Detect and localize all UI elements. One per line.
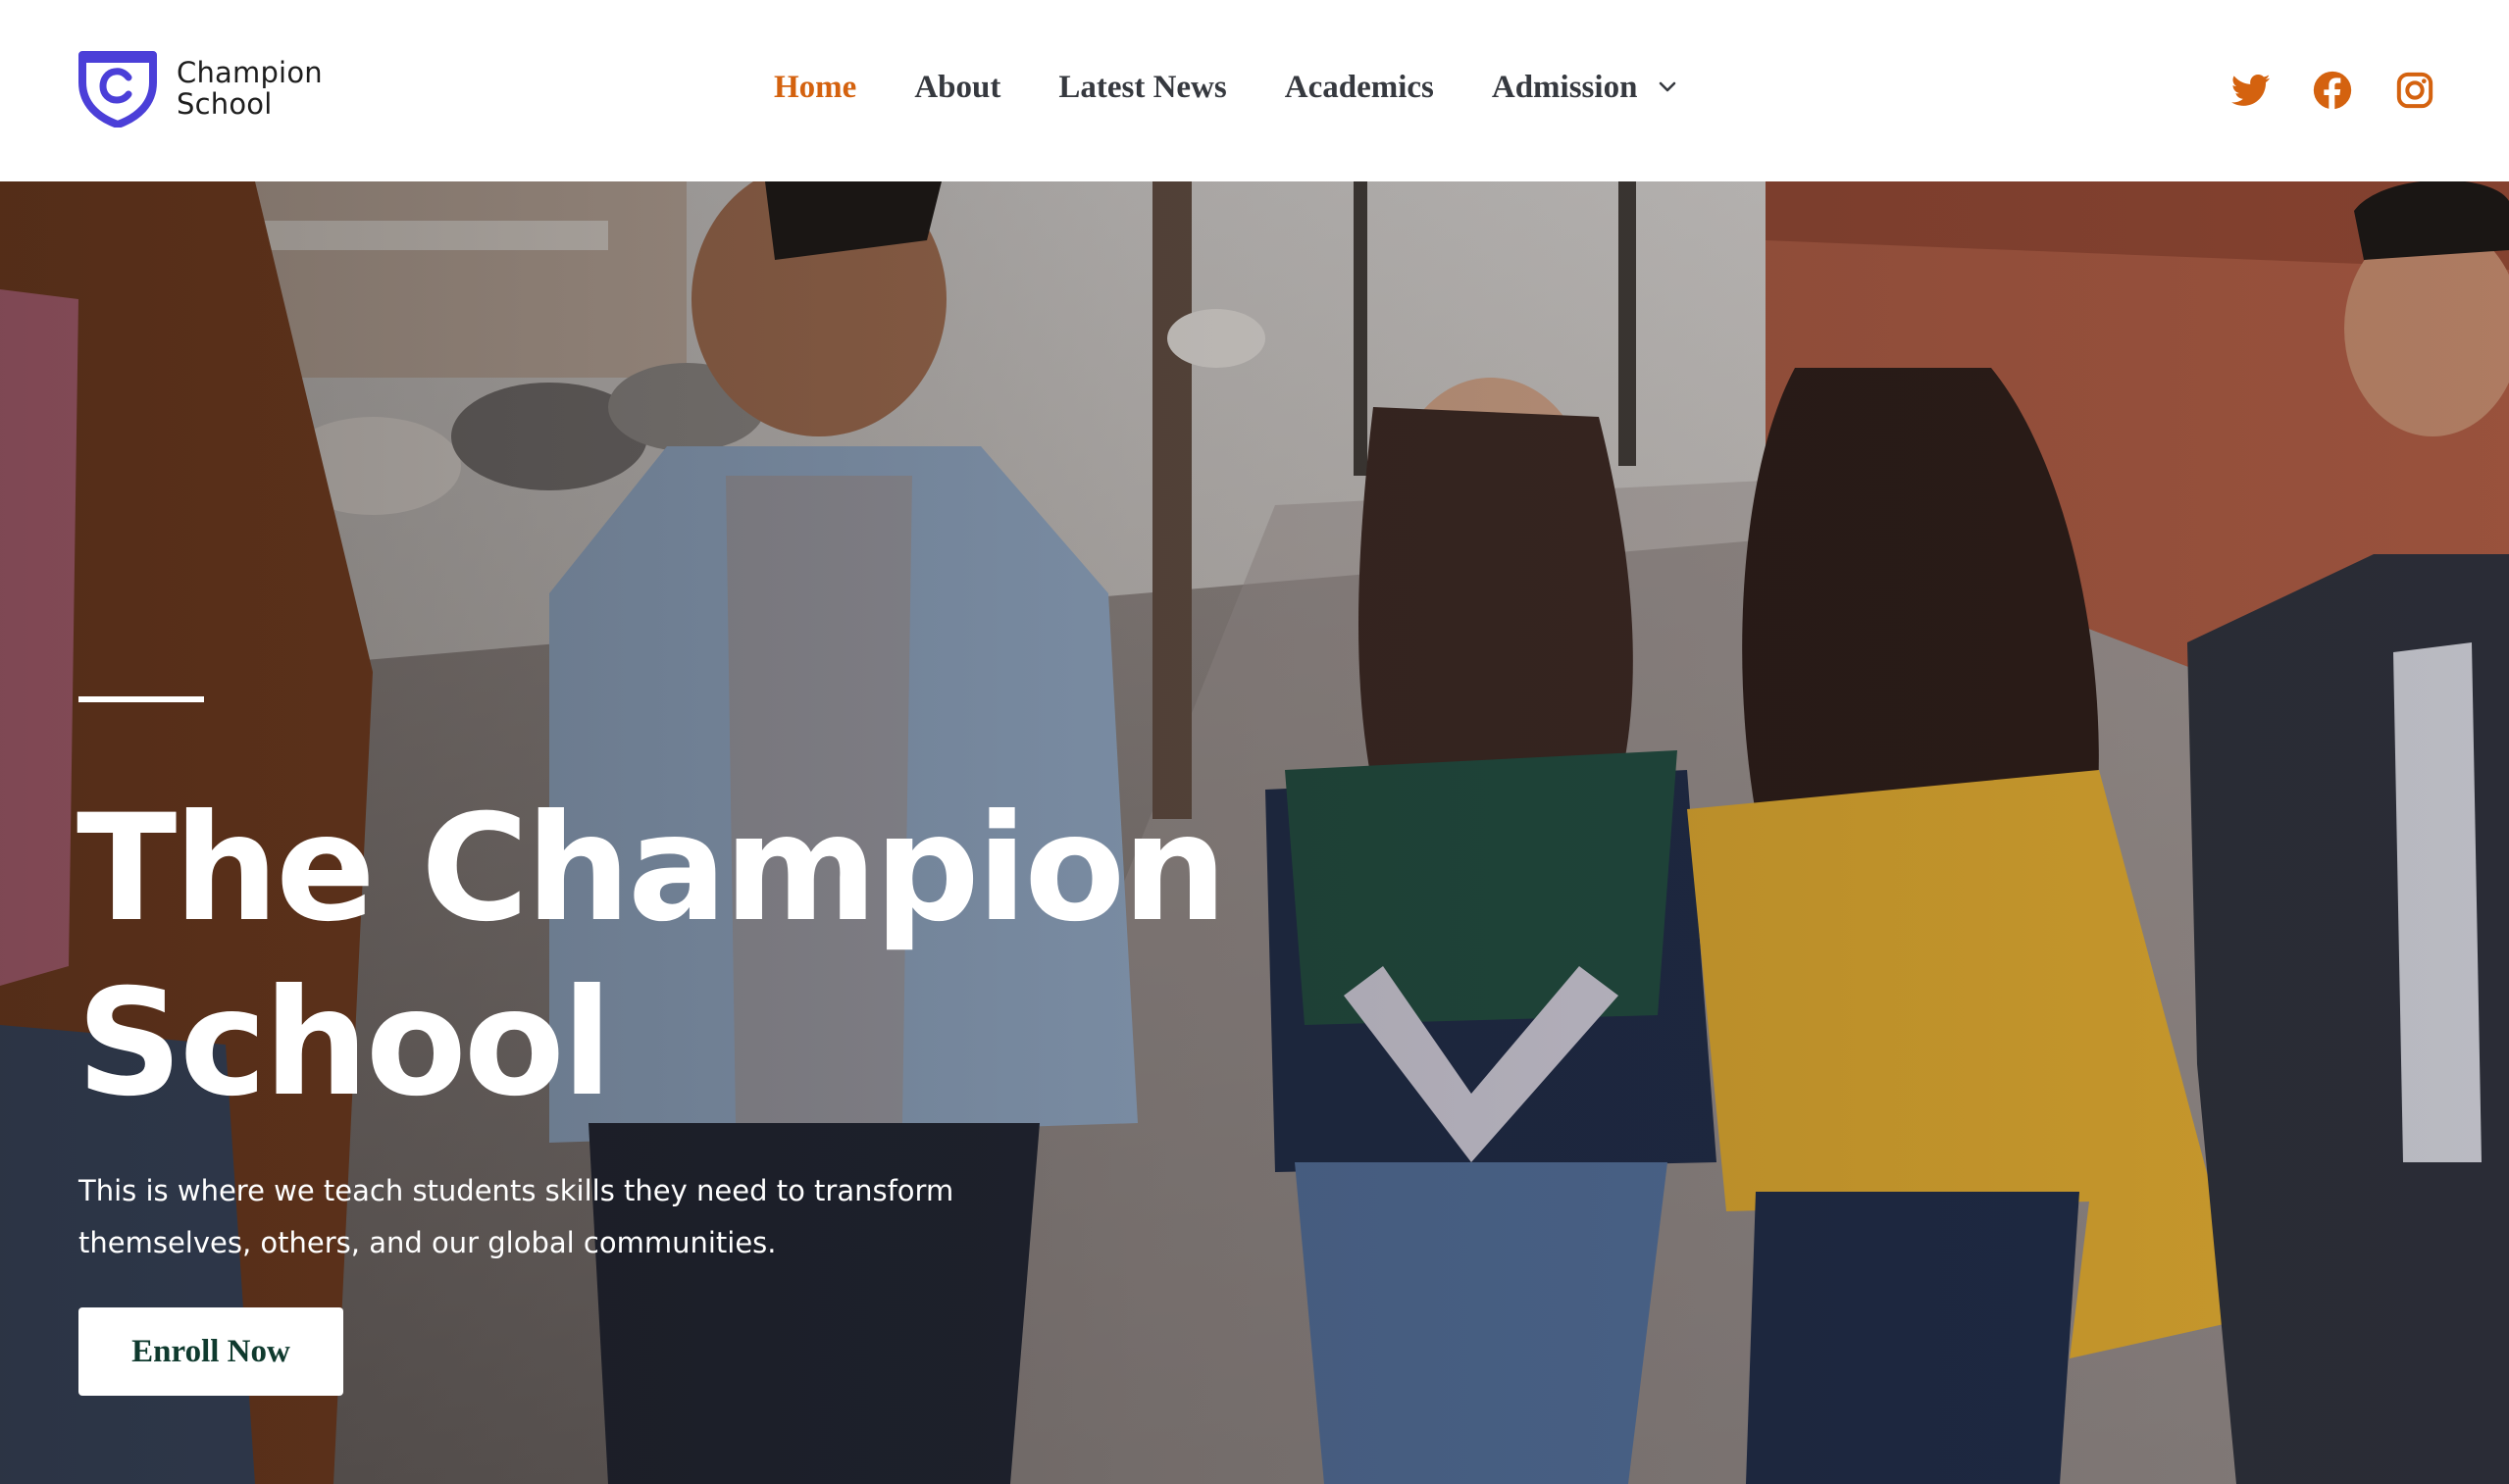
- hero-subtitle-line1: This is where we teach students skills t…: [78, 1174, 954, 1207]
- hero-title: The Champion School: [77, 782, 1254, 1131]
- site-logo[interactable]: Champion School: [77, 49, 323, 128]
- shield-logo-icon: [78, 51, 157, 128]
- main-nav: Home About Latest News Academics Admissi…: [774, 59, 1676, 116]
- instagram-icon: [2396, 72, 2433, 109]
- site-header: Champion School Home About Latest News A…: [0, 0, 2509, 181]
- nav-about[interactable]: About: [914, 70, 1000, 106]
- hero-title-line1: The Champion: [77, 784, 1227, 954]
- instagram-link[interactable]: [2395, 71, 2434, 110]
- facebook-link[interactable]: [2313, 71, 2352, 110]
- hero-accent-rule: [78, 696, 204, 702]
- hero-subtitle: This is where we teach students skills t…: [78, 1165, 1059, 1269]
- hero-subtitle-line2: themselves, others, and our global commu…: [78, 1226, 777, 1259]
- nav-latest-news[interactable]: Latest News: [1058, 70, 1226, 106]
- logo-wordmark: Champion School: [177, 57, 323, 120]
- facebook-icon: [2313, 71, 2352, 110]
- nav-home[interactable]: Home: [774, 70, 856, 106]
- nav-academics[interactable]: Academics: [1285, 70, 1434, 106]
- twitter-link[interactable]: [2231, 71, 2271, 110]
- logo-text-line1: Champion: [177, 56, 323, 89]
- nav-admission[interactable]: Admission: [1492, 70, 1677, 106]
- hero-title-line2: School: [77, 958, 612, 1129]
- chevron-down-icon: [1660, 81, 1676, 92]
- enroll-now-button[interactable]: Enroll Now: [78, 1307, 343, 1396]
- nav-admission-label: Admission: [1491, 69, 1638, 105]
- hero-section: The Champion School This is where we tea…: [0, 181, 2509, 1484]
- twitter-icon: [2231, 75, 2271, 106]
- logo-text-line2: School: [177, 87, 273, 121]
